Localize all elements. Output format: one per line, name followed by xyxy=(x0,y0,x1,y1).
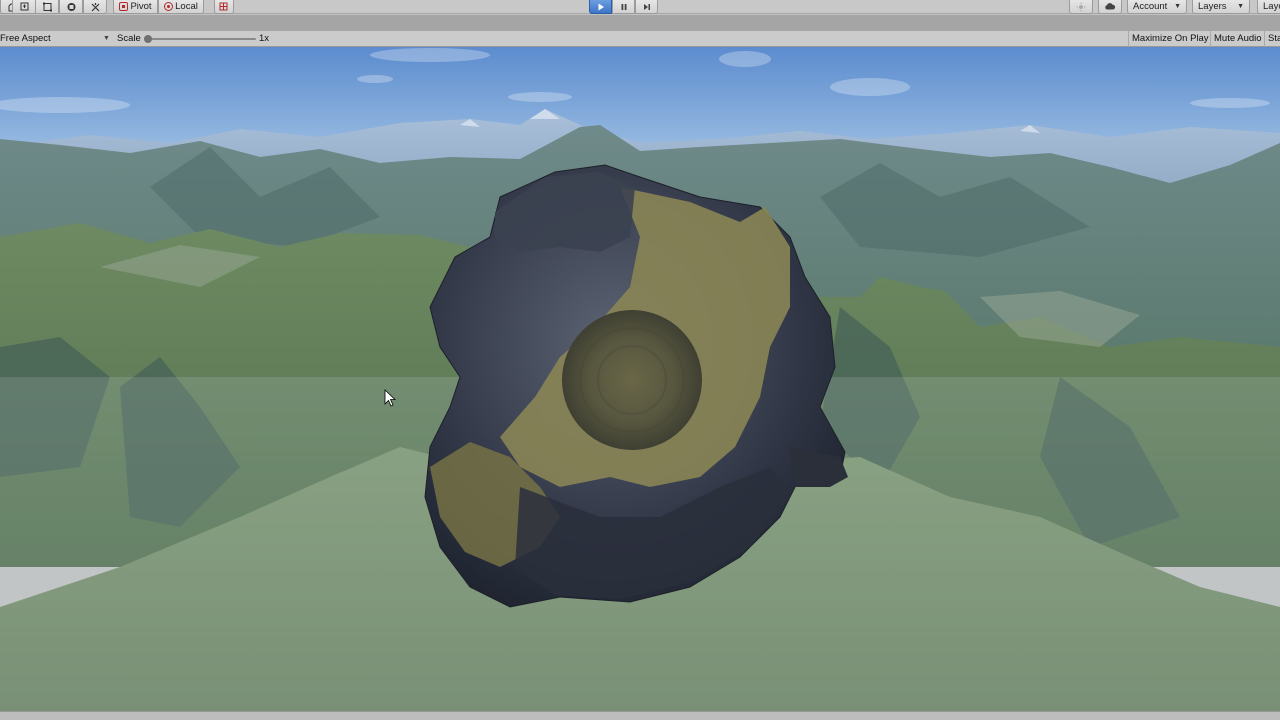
move-tool-button[interactable] xyxy=(12,0,36,14)
layout-label: Layo xyxy=(1263,1,1280,12)
cloud-icon xyxy=(1105,3,1116,10)
mute-audio-toggle[interactable]: Mute Audio xyxy=(1210,31,1265,47)
layout-dropdown[interactable]: Layo xyxy=(1257,0,1280,14)
pivot-toggle[interactable]: Pivot xyxy=(113,0,158,14)
stats-toggle[interactable]: Sta xyxy=(1264,31,1280,47)
pivot-icon xyxy=(119,2,129,11)
bottom-status-bar xyxy=(0,711,1280,720)
step-icon xyxy=(643,3,650,10)
rect-tool-button[interactable] xyxy=(35,0,59,14)
chevron-down-icon: ▼ xyxy=(1174,3,1181,10)
scale-value: 1x xyxy=(259,33,270,44)
play-icon xyxy=(598,3,604,10)
maximize-on-play-toggle[interactable]: Maximize On Play xyxy=(1128,31,1212,47)
layers-label: Layers xyxy=(1198,1,1227,12)
game-viewport[interactable] xyxy=(0,47,1280,711)
local-icon xyxy=(164,2,174,11)
play-button[interactable] xyxy=(589,0,612,14)
local-label: Local xyxy=(175,1,198,12)
collab-button[interactable] xyxy=(1069,0,1093,14)
step-button[interactable] xyxy=(635,0,658,14)
chevron-down-icon: ▼ xyxy=(1237,3,1244,10)
rect-tool-icon xyxy=(42,2,52,11)
pause-icon xyxy=(621,3,626,10)
main-toolbar: Pivot Local Account ▼ Layers ▼ Layo xyxy=(0,0,1280,14)
cloud-button[interactable] xyxy=(1098,0,1122,14)
scale-slider-thumb[interactable] xyxy=(144,35,152,43)
custom-tool-icon xyxy=(91,2,99,11)
chevron-down-icon: ▼ xyxy=(103,35,110,42)
game-view-control-bar: Free Aspect ▼ Scale 1x Maximize On Play … xyxy=(0,31,1280,47)
scale-slider-track[interactable] xyxy=(148,38,256,40)
grid-snap-icon xyxy=(219,2,228,11)
layers-dropdown[interactable]: Layers ▼ xyxy=(1192,0,1250,14)
tab-strip xyxy=(0,15,1280,31)
custom-tool-button[interactable] xyxy=(83,0,107,14)
sun-icon xyxy=(1076,2,1086,11)
scale-label: Scale xyxy=(117,33,141,44)
snap-settings-button[interactable] xyxy=(214,0,234,14)
transform-tool-icon xyxy=(67,2,75,11)
game-scene xyxy=(0,47,1280,711)
pause-button[interactable] xyxy=(612,0,635,14)
aspect-dropdown[interactable]: Free Aspect xyxy=(0,31,51,47)
account-dropdown[interactable]: Account ▼ xyxy=(1127,0,1187,14)
asteroid-crater xyxy=(562,310,702,450)
account-label: Account xyxy=(1133,1,1168,12)
local-toggle[interactable]: Local xyxy=(158,0,204,14)
pivot-label: Pivot xyxy=(130,1,152,12)
move-tool-icon xyxy=(20,2,28,10)
transform-tool-button[interactable] xyxy=(59,0,83,14)
